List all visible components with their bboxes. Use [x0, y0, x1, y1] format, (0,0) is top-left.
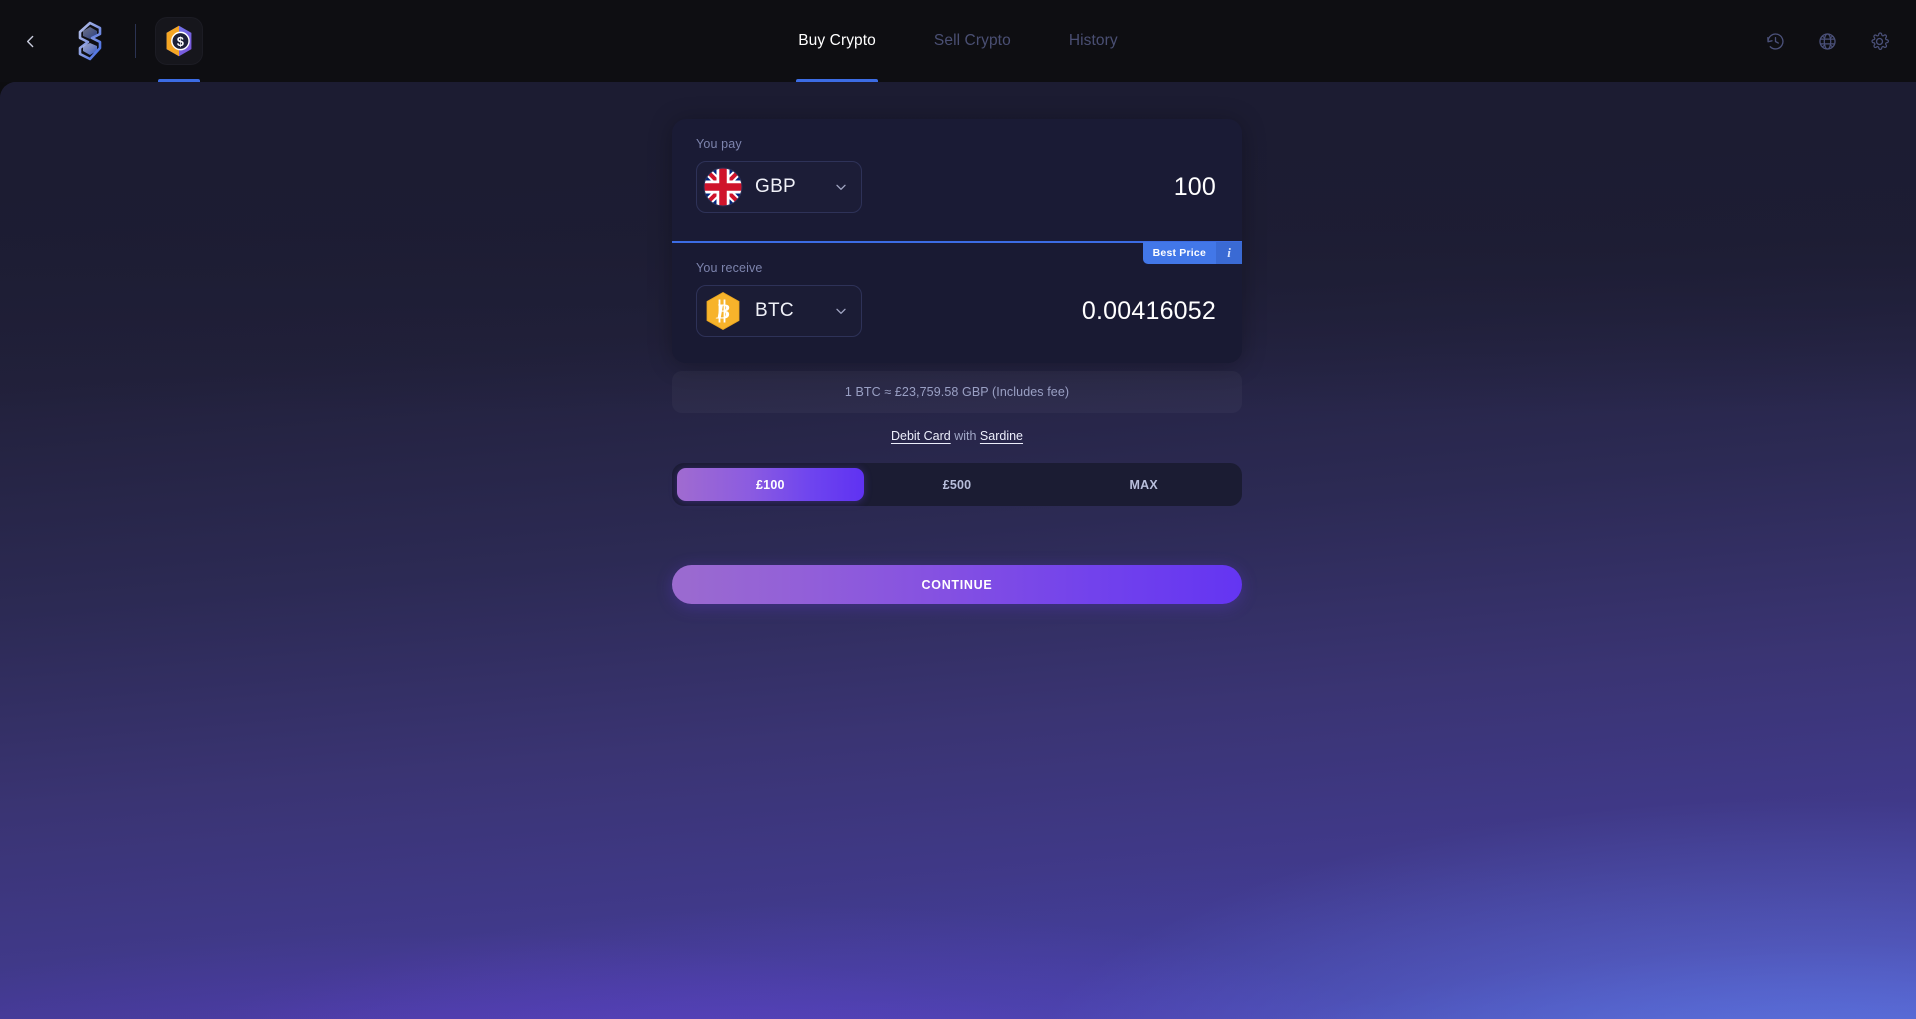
chevron-left-icon — [26, 35, 33, 47]
app-tile-wrapper: $ — [156, 0, 202, 82]
app-header: $ Buy Crypto Sell Crypto History — [0, 0, 1916, 82]
pay-currency-code: GBP — [755, 176, 797, 197]
tab-history-label: History — [1068, 32, 1118, 49]
payment-method-link[interactable]: Debit Card — [891, 429, 951, 443]
payment-method-row: Debit Card with Sardine — [672, 429, 1242, 443]
gear-icon — [1870, 31, 1889, 50]
main-nav-tabs: Buy Crypto Sell Crypto History — [0, 0, 1916, 82]
best-price-label: Best Price — [1142, 242, 1216, 264]
history-clock-icon — [1766, 32, 1784, 50]
best-price-badge[interactable]: Best Price i — [1142, 242, 1242, 264]
svg-text:B: B — [715, 300, 730, 324]
header-left-group: $ — [0, 0, 202, 82]
pay-currency-selector[interactable]: GBP — [696, 161, 862, 213]
back-button[interactable] — [10, 21, 50, 61]
you-pay-row: You pay GBP 100 — [672, 119, 1242, 241]
continue-button-label: CONTINUE — [921, 577, 993, 592]
exchange-rate-text: 1 BTC ≈ £23,759.58 GBP (Includes fee) — [844, 385, 1070, 399]
app-tab-indicator — [158, 79, 200, 82]
payment-method-connector: with — [954, 429, 977, 443]
exchange-rate-box: 1 BTC ≈ £23,759.58 GBP (Includes fee) — [672, 371, 1242, 413]
dollar-hexagon-app-icon: $ — [166, 25, 192, 57]
you-pay-label: You pay — [696, 137, 742, 151]
bitcoin-icon: B — [706, 292, 740, 330]
brand-logo[interactable] — [63, 19, 117, 63]
history-button[interactable] — [1760, 26, 1790, 56]
preset-100-label: £100 — [756, 477, 785, 492]
preset-max-button[interactable]: MAX — [1050, 468, 1237, 501]
you-receive-body: B BTC 0.00416052 — [696, 285, 1216, 337]
language-button[interactable] — [1812, 26, 1842, 56]
brand-hexagon-logo — [78, 21, 102, 61]
continue-button[interactable]: CONTINUE — [672, 565, 1242, 604]
you-receive-row: Best Price i You receive B BTC 0.0041605… — [672, 241, 1242, 363]
swap-card: You pay GBP 100 Best Price i You receive… — [672, 119, 1242, 363]
buy-crypto-widget: You pay GBP 100 Best Price i You receive… — [672, 119, 1242, 604]
svg-text:$: $ — [177, 35, 184, 49]
info-icon[interactable]: i — [1216, 242, 1242, 264]
receive-currency-selector[interactable]: B BTC — [696, 285, 862, 337]
uk-flag-icon — [703, 167, 743, 207]
you-receive-label: You receive — [696, 261, 763, 275]
tab-buy-crypto[interactable]: Buy Crypto — [796, 0, 878, 82]
header-actions — [1760, 0, 1894, 82]
settings-button[interactable] — [1864, 26, 1894, 56]
receive-currency-code: BTC — [755, 300, 794, 321]
globe-icon — [1818, 32, 1836, 50]
header-divider — [135, 24, 136, 58]
tab-history[interactable]: History — [1067, 0, 1120, 82]
pay-amount-input[interactable]: 100 — [1174, 173, 1216, 202]
payment-provider-link[interactable]: Sardine — [980, 429, 1023, 443]
tab-sell-crypto-label: Sell Crypto — [933, 32, 1011, 49]
preset-500-label: £500 — [942, 477, 972, 492]
receive-amount-value[interactable]: 0.00416052 — [1082, 297, 1216, 326]
chevron-down-icon — [836, 184, 846, 190]
you-pay-body: GBP 100 — [696, 161, 1216, 213]
tab-buy-crypto-label: Buy Crypto — [798, 32, 876, 49]
chevron-down-icon — [836, 308, 846, 314]
preset-500-button[interactable]: £500 — [864, 468, 1051, 501]
preset-max-label: MAX — [1129, 477, 1158, 492]
amount-preset-bar: £100 £500 MAX — [672, 463, 1242, 506]
tab-sell-crypto[interactable]: Sell Crypto — [932, 0, 1013, 82]
preset-100-button[interactable]: £100 — [677, 468, 864, 501]
app-icon-button[interactable]: $ — [156, 18, 202, 64]
